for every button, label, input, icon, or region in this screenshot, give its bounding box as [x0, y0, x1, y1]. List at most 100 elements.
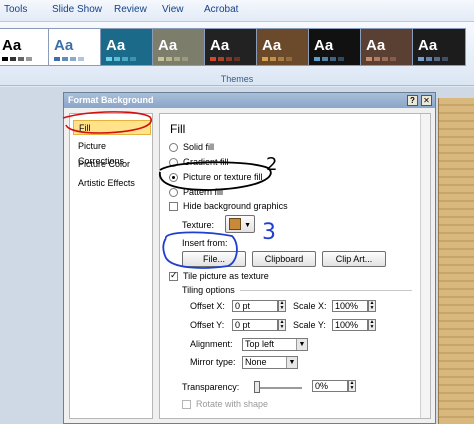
theme-thumbnail[interactable]: Aa	[308, 28, 362, 66]
transparency-slider-thumb[interactable]	[254, 381, 260, 393]
transparency-label: Transparency:	[182, 382, 240, 392]
gradient-fill-radio[interactable]	[169, 158, 178, 167]
menu-review[interactable]: Review	[114, 4, 147, 15]
offset-x-field[interactable]: 0 pt	[232, 300, 278, 312]
theme-color-swatch	[374, 57, 380, 61]
pattern-fill-radio[interactable]	[169, 188, 178, 197]
picture-texture-fill-radio[interactable]	[169, 173, 178, 182]
gradient-fill-label: Gradient fill	[183, 157, 229, 167]
theme-color-swatch	[70, 57, 76, 61]
chevron-down-icon: ▼	[296, 339, 307, 350]
theme-sample-text: Aa	[158, 37, 178, 54]
theme-color-swatch	[122, 57, 128, 61]
theme-color-swatch	[166, 57, 172, 61]
panel-scrollbar[interactable]	[420, 114, 430, 418]
file-button[interactable]: File...	[182, 251, 246, 267]
theme-color-swatch	[62, 57, 68, 61]
rotate-with-shape-checkbox[interactable]	[182, 400, 191, 409]
menu-acrobat[interactable]: Acrobat	[204, 4, 238, 15]
theme-color-swatch	[366, 57, 372, 61]
tile-texture-checkbox[interactable]	[169, 270, 178, 281]
menu-tools[interactable]: Tools	[4, 4, 27, 15]
close-button[interactable]: ✕	[421, 95, 432, 106]
format-background-dialog: Format Background ? ✕ Fill Picture Corre…	[63, 92, 436, 424]
theme-color-swatch	[382, 57, 388, 61]
texture-dropdown[interactable]: ▼	[225, 215, 255, 233]
clipboard-button[interactable]: Clipboard	[252, 251, 316, 267]
scale-y-field[interactable]: 100%	[332, 319, 368, 331]
transparency-slider-track[interactable]	[254, 387, 302, 389]
rotate-with-shape-label: Rotate with shape	[196, 399, 269, 409]
theme-color-swatch	[218, 57, 224, 61]
nav-picture-corrections[interactable]: Picture Corrections	[73, 139, 151, 166]
theme-color-swatch	[278, 57, 284, 61]
hide-background-label: Hide background graphics	[183, 201, 288, 211]
theme-thumbnail[interactable]: Aa	[360, 28, 414, 66]
nav-artistic-effects[interactable]: Artistic Effects	[73, 176, 151, 191]
theme-thumbnail[interactable]: Aa	[256, 28, 310, 66]
theme-sample-text: Aa	[2, 37, 22, 54]
theme-color-swatch	[270, 57, 276, 61]
alignment-label: Alignment:	[190, 339, 233, 349]
mirror-type-select[interactable]: None ▼	[242, 356, 298, 369]
scale-x-label: Scale X:	[293, 301, 327, 311]
offset-y-field[interactable]: 0 pt	[232, 319, 278, 331]
theme-thumbnail[interactable]: Aa	[100, 28, 154, 66]
theme-sample-text: Aa	[106, 37, 126, 54]
tile-texture-label: Tile picture as texture	[183, 271, 269, 281]
hide-background-checkbox[interactable]	[169, 202, 178, 211]
themes-group-label: Themes	[220, 74, 254, 84]
theme-color-swatch	[322, 57, 328, 61]
pattern-fill-label: Pattern fill	[183, 187, 224, 197]
theme-color-swatch	[434, 57, 440, 61]
theme-color-swatch	[262, 57, 268, 61]
transparency-spinner[interactable]: ▲ ▼	[348, 380, 356, 392]
nav-fill[interactable]: Fill	[73, 120, 151, 135]
dialog-title: Format Background	[68, 95, 154, 105]
theme-sample-text: Aa	[54, 37, 74, 54]
theme-color-swatch	[442, 57, 448, 61]
theme-thumbnail[interactable]: Aa	[152, 28, 206, 66]
theme-color-swatch	[78, 57, 84, 61]
menu-view[interactable]: View	[162, 4, 184, 15]
scale-y-spinner[interactable]: ▲ ▼	[368, 319, 376, 331]
theme-color-swatch	[390, 57, 396, 61]
alignment-select[interactable]: Top left ▼	[242, 338, 308, 351]
clip-art-button[interactable]: Clip Art...	[322, 251, 386, 267]
solid-fill-radio[interactable]	[169, 143, 178, 152]
help-button[interactable]: ?	[407, 95, 418, 106]
theme-thumbnail[interactable]: Aa	[48, 28, 102, 66]
scale-x-field[interactable]: 100%	[332, 300, 368, 312]
theme-color-swatch	[130, 57, 136, 61]
themes-ribbon: Aa Aa Aa Aa Aa Aa Aa Aa Aa Themes	[0, 22, 474, 86]
fill-panel: Fill Solid fill Gradient fill Picture or…	[159, 113, 431, 419]
theme-thumbnail[interactable]: Aa	[412, 28, 466, 66]
chevron-down-icon: ▼	[286, 357, 297, 368]
theme-color-swatch	[314, 57, 320, 61]
dialog-titlebar[interactable]: Format Background ? ✕	[64, 93, 435, 108]
scale-y-label: Scale Y:	[293, 320, 326, 330]
theme-thumbnail[interactable]: Aa	[204, 28, 258, 66]
texture-swatch-icon	[229, 218, 241, 230]
theme-color-swatch	[426, 57, 432, 61]
slide-preview	[438, 98, 474, 424]
offset-x-spinner[interactable]: ▲ ▼	[278, 300, 286, 312]
tiling-divider	[240, 290, 412, 291]
offset-y-spinner[interactable]: ▲ ▼	[278, 319, 286, 331]
theme-color-swatch	[106, 57, 112, 61]
category-list: Fill Picture Corrections Picture Color A…	[69, 113, 153, 419]
theme-color-swatch	[418, 57, 424, 61]
theme-color-swatch	[54, 57, 60, 61]
theme-color-swatch	[2, 57, 8, 61]
nav-picture-color[interactable]: Picture Color	[73, 157, 151, 172]
scale-x-spinner[interactable]: ▲ ▼	[368, 300, 376, 312]
texture-label: Texture:	[182, 220, 215, 230]
transparency-field[interactable]: 0%	[312, 380, 348, 392]
theme-color-swatch	[330, 57, 336, 61]
theme-color-swatch	[182, 57, 188, 61]
theme-sample-text: Aa	[210, 37, 230, 54]
theme-thumbnail[interactable]: Aa	[0, 28, 50, 66]
mirror-type-value: None	[245, 357, 267, 367]
picture-texture-fill-label: Picture or texture fill	[183, 172, 263, 182]
menu-slide-show[interactable]: Slide Show	[52, 4, 102, 15]
